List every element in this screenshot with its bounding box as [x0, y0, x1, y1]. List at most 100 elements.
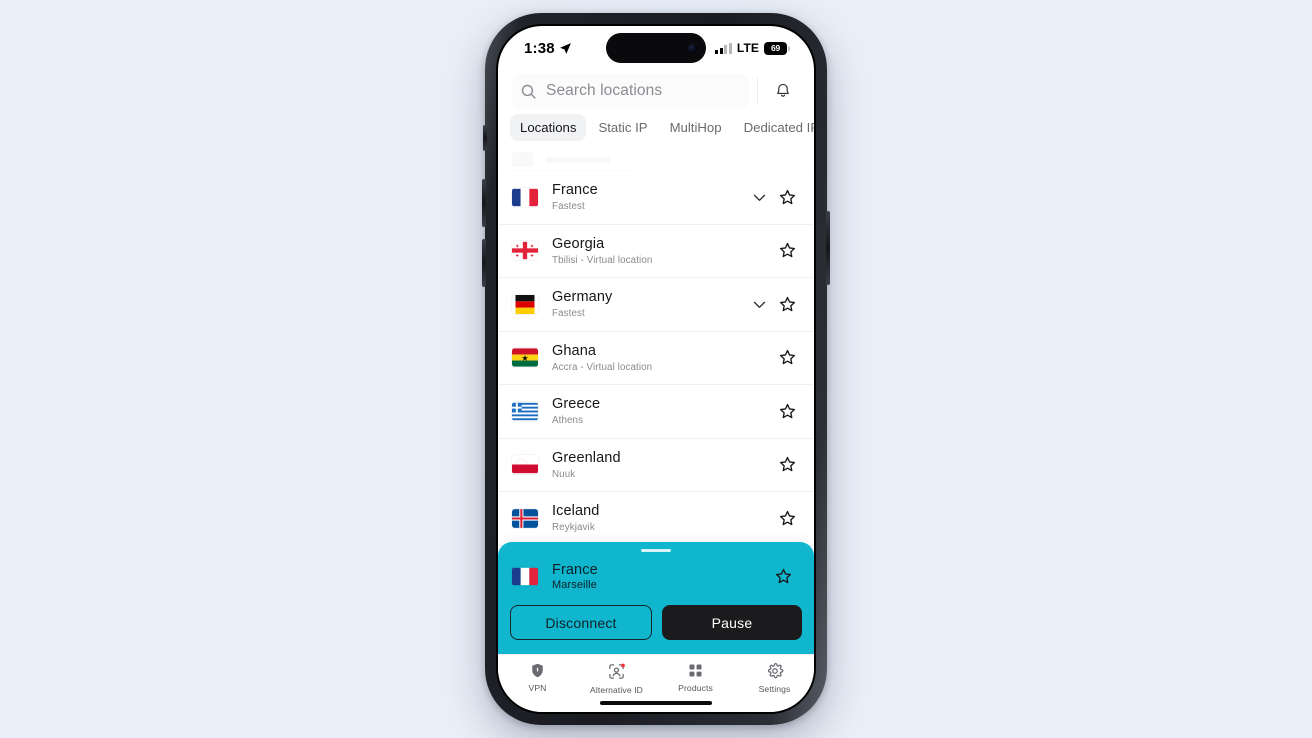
location-subtitle: Accra - Virtual location: [552, 361, 653, 373]
favorite-button[interactable]: [772, 455, 802, 474]
tab-static-ip[interactable]: Static IP: [588, 114, 657, 141]
location-name: Iceland: [552, 503, 600, 520]
search-icon: [521, 84, 536, 99]
table-row[interactable]: Greenland Nuuk: [498, 438, 814, 492]
active-connection-panel[interactable]: France Marseille Disconnect Pause: [498, 542, 814, 654]
drag-handle[interactable]: [641, 549, 671, 552]
locations-list-scroll[interactable]: France Fastest Georgia Tbilisi - Virtual…: [498, 149, 814, 654]
tab-locations[interactable]: Locations: [510, 114, 587, 141]
tab-label: Products: [678, 683, 713, 693]
tab-settings[interactable]: Settings: [735, 662, 814, 694]
favorite-button[interactable]: [772, 241, 802, 260]
table-row[interactable]: Iceland Reykjavik: [498, 492, 814, 546]
table-row[interactable]: Ghana Accra - Virtual location: [498, 331, 814, 385]
favorite-button[interactable]: [772, 348, 802, 367]
list-item-text: Iceland Reykjavik: [552, 503, 772, 533]
list-item-partial-scrolled: [498, 149, 814, 171]
chevron-down-icon: [753, 194, 765, 201]
table-row[interactable]: Georgia Tbilisi - Virtual location: [498, 224, 814, 278]
volume-up-button[interactable]: [482, 179, 486, 227]
tab-multihop[interactable]: MultiHop: [660, 114, 732, 141]
tab-label: Settings: [758, 684, 791, 694]
volume-down-button[interactable]: [482, 239, 486, 287]
connected-city: Marseille: [552, 579, 597, 591]
notifications-button[interactable]: [766, 74, 800, 108]
list-item-text: Greece Athens: [552, 396, 772, 426]
category-tabs: Locations Static IP MultiHop Dedicated I…: [498, 114, 814, 149]
table-row[interactable]: France Fastest: [498, 171, 814, 225]
pause-button[interactable]: Pause: [662, 605, 802, 640]
flag-greece-icon: [512, 402, 538, 421]
location-name: Greece: [552, 396, 601, 413]
connected-country: France: [552, 562, 598, 578]
power-button[interactable]: [826, 211, 830, 285]
gear-icon: [767, 663, 783, 679]
search-row: Search locations: [498, 70, 814, 114]
flag-greenland-icon: [512, 455, 538, 474]
bell-icon: [777, 83, 789, 97]
front-camera-icon: [688, 43, 697, 53]
location-subtitle: Fastest: [552, 201, 585, 213]
flag-georgia-icon: [512, 241, 538, 260]
tab-products[interactable]: Products: [656, 662, 735, 693]
list-item-text: Greenland Nuuk: [552, 450, 772, 480]
status-time: 1:38: [524, 39, 555, 57]
list-item-text: Germany Fastest: [552, 289, 746, 319]
location-name: Greenland: [552, 449, 621, 466]
silent-switch[interactable]: [483, 125, 487, 151]
location-name: Ghana: [552, 342, 597, 359]
location-subtitle: Nuuk: [552, 468, 576, 480]
connection-summary: France Marseille: [510, 562, 802, 591]
star-outline-icon: [779, 243, 795, 258]
tab-label: Alternative ID: [590, 685, 643, 695]
person-scan-icon: [609, 663, 625, 679]
connection-actions: Disconnect Pause: [510, 605, 802, 640]
search-divider: [757, 78, 758, 104]
expand-button[interactable]: [746, 189, 772, 206]
favorite-button[interactable]: [772, 188, 802, 207]
list-item-text: France Fastest: [552, 182, 746, 212]
location-subtitle: Athens: [552, 415, 584, 427]
shield-icon: [532, 663, 543, 678]
favorite-button[interactable]: [772, 509, 802, 528]
list-item-text: Ghana Accra - Virtual location: [552, 343, 772, 373]
home-indicator[interactable]: [600, 700, 712, 705]
flag-germany-icon: [512, 294, 538, 314]
tab-vpn[interactable]: VPN: [498, 662, 577, 693]
star-outline-icon: [779, 510, 795, 526]
dynamic-island: [606, 33, 706, 63]
table-row[interactable]: Greece Athens: [498, 385, 814, 439]
network-type-label: LTE: [736, 41, 759, 55]
bottom-tab-bar: VPN Alternative ID Products Settings: [498, 654, 814, 712]
location-subtitle: Tbilisi - Virtual location: [552, 254, 653, 266]
table-row[interactable]: Germany Fastest: [498, 278, 814, 332]
star-outline-icon: [779, 296, 795, 312]
favorite-button[interactable]: [772, 295, 802, 314]
search-input[interactable]: Search locations: [512, 74, 749, 108]
location-name: Georgia: [552, 235, 605, 252]
flag-france-icon: [512, 188, 538, 207]
status-bar: 1:38 LTE 69: [498, 26, 814, 70]
star-outline-icon: [779, 403, 795, 419]
tab-alternative-id[interactable]: Alternative ID: [577, 662, 656, 695]
connection-text: France Marseille: [552, 562, 768, 591]
location-subtitle: Reykjavik: [552, 522, 595, 534]
cellular-bars-icon: [715, 42, 732, 54]
screenshot-stage: 1:38 LTE 69 Search locations Locations S…: [0, 0, 1312, 738]
phone-device-frame: 1:38 LTE 69 Search locations Locations S…: [482, 13, 830, 725]
flag-ghana-icon: [512, 348, 538, 367]
expand-button[interactable]: [746, 296, 772, 313]
phone-screen: 1:38 LTE 69 Search locations Locations S…: [498, 26, 814, 712]
star-outline-icon: [779, 457, 795, 472]
chevron-down-icon: [753, 301, 765, 308]
star-outline-icon: [779, 350, 795, 365]
search-placeholder: Search locations: [546, 82, 663, 99]
star-outline-icon: [779, 189, 795, 205]
tab-dedicated-ip[interactable]: Dedicated IP: [734, 114, 814, 141]
grid-icon: [689, 664, 702, 677]
battery-level-label: 69: [771, 43, 781, 53]
location-name: Germany: [552, 289, 613, 306]
disconnect-button[interactable]: Disconnect: [510, 605, 652, 640]
favorite-button[interactable]: [772, 402, 802, 421]
favorite-button[interactable]: [768, 567, 798, 586]
